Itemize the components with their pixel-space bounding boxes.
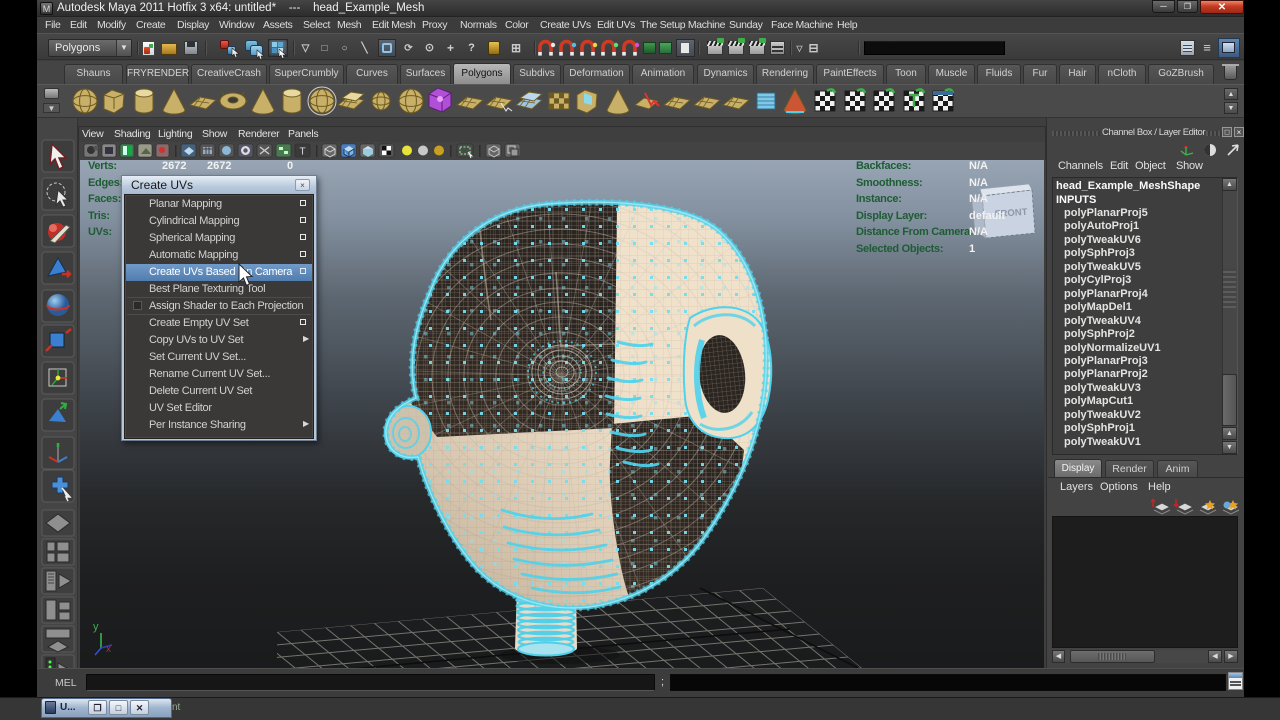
svg-text:y: y — [93, 621, 99, 633]
svg-text:x: x — [106, 644, 111, 655]
svg-text:T: T — [299, 147, 305, 158]
